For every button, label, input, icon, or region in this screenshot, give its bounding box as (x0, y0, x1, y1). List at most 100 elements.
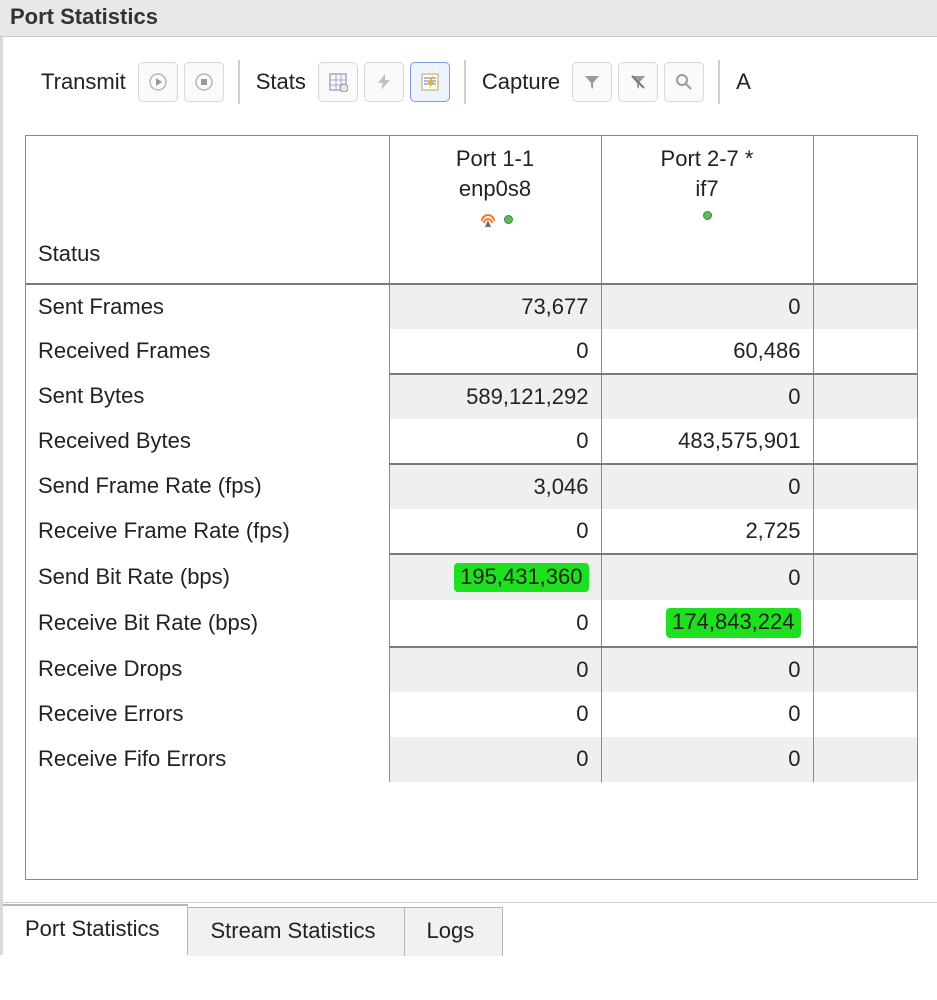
capture-view-button[interactable] (664, 62, 704, 102)
stop-icon (195, 73, 213, 91)
transmit-play-button[interactable] (138, 62, 178, 102)
stat-value-port-1[interactable]: 0 (389, 509, 601, 554)
stat-value-port-2[interactable]: 174,843,224 (601, 600, 813, 646)
toolbar-separator (238, 60, 240, 104)
toolbar-separator (464, 60, 466, 104)
stat-value-port-2[interactable]: 0 (601, 284, 813, 329)
toolbar-stats-label: Stats (256, 69, 306, 95)
radio-icon (478, 211, 498, 227)
stats-grid-button[interactable] (318, 62, 358, 102)
header-status-cell: Status (26, 136, 389, 284)
stat-value-port-2[interactable]: 0 (601, 737, 813, 782)
table-row: Send Frame Rate (fps)3,0460 (26, 464, 917, 509)
stat-value-port-1[interactable]: 589,121,292 (389, 374, 601, 419)
capture-stop-button[interactable] (618, 62, 658, 102)
table-row: Receive Fifo Errors00 (26, 737, 917, 782)
bottom-tab-bar: Port Statistics Stream Statistics Logs (3, 902, 937, 955)
sheet-bolt-icon (420, 72, 440, 92)
stat-value-port-1[interactable]: 0 (389, 419, 601, 464)
stat-value-port-1[interactable]: 0 (389, 600, 601, 646)
header-port-2[interactable]: Port 2-7 * if7 (601, 136, 813, 284)
port-1-status-icons (402, 211, 589, 227)
toolbar: Transmit Stats (25, 57, 937, 107)
table-row: Sent Frames73,6770 (26, 284, 917, 329)
stat-value-empty (813, 509, 917, 554)
stat-value-empty (813, 464, 917, 509)
stat-value-empty (813, 737, 917, 782)
table-row: Received Bytes0483,575,901 (26, 419, 917, 464)
port-2-iface: if7 (614, 174, 801, 204)
port-2-status-icons (614, 211, 801, 220)
funnel-x-icon (629, 73, 647, 91)
stat-label: Receive Fifo Errors (26, 737, 389, 782)
stat-value-port-2[interactable]: 0 (601, 554, 813, 600)
stat-label: Sent Frames (26, 284, 389, 329)
play-icon (149, 73, 167, 91)
stat-value-port-1[interactable]: 73,677 (389, 284, 601, 329)
table-row: Received Frames060,486 (26, 329, 917, 374)
stat-value-port-2[interactable]: 0 (601, 647, 813, 692)
table-row: Receive Errors00 (26, 692, 917, 737)
stat-value-port-2[interactable]: 483,575,901 (601, 419, 813, 464)
stats-refresh-button[interactable] (410, 62, 450, 102)
port-1-name: Port 1-1 (402, 144, 589, 174)
stat-value-empty (813, 374, 917, 419)
status-dot-icon (703, 211, 712, 220)
stat-value-empty (813, 600, 917, 646)
toolbar-transmit-label: Transmit (41, 69, 126, 95)
stat-value-empty (813, 284, 917, 329)
toolbar-trailing-label: A (736, 69, 751, 95)
stat-label: Send Bit Rate (bps) (26, 554, 389, 600)
stat-value-port-1[interactable]: 195,431,360 (389, 554, 601, 600)
tab-port-statistics[interactable]: Port Statistics (3, 904, 188, 956)
tab-stream-statistics[interactable]: Stream Statistics (188, 907, 404, 956)
stat-label: Received Frames (26, 329, 389, 374)
header-empty (813, 136, 917, 284)
status-label: Status (38, 241, 100, 266)
funnel-icon (583, 73, 601, 91)
stat-value-port-2[interactable]: 0 (601, 692, 813, 737)
stat-value-empty (813, 329, 917, 374)
toolbar-capture-label: Capture (482, 69, 560, 95)
grid-icon (328, 72, 348, 92)
stats-header-row: Status Port 1-1 enp0s8 (26, 136, 917, 284)
stat-value-port-1[interactable]: 0 (389, 737, 601, 782)
stat-value-port-1[interactable]: 0 (389, 692, 601, 737)
bolt-icon (375, 73, 393, 91)
stat-value-port-1[interactable]: 3,046 (389, 464, 601, 509)
table-row: Receive Bit Rate (bps)0174,843,224 (26, 600, 917, 646)
stat-value-empty (813, 647, 917, 692)
port-1-iface: enp0s8 (402, 174, 589, 204)
tab-logs[interactable]: Logs (405, 907, 504, 956)
stats-table: Status Port 1-1 enp0s8 (26, 136, 917, 782)
transmit-stop-button[interactable] (184, 62, 224, 102)
stats-clear-button[interactable] (364, 62, 404, 102)
stat-label: Receive Bit Rate (bps) (26, 600, 389, 646)
table-row: Send Bit Rate (bps)195,431,3600 (26, 554, 917, 600)
capture-start-button[interactable] (572, 62, 612, 102)
stat-value-port-1[interactable]: 0 (389, 647, 601, 692)
stat-value-empty (813, 419, 917, 464)
stat-label: Receive Errors (26, 692, 389, 737)
stat-label: Send Frame Rate (fps) (26, 464, 389, 509)
magnifier-icon (675, 73, 693, 91)
stat-label: Receive Drops (26, 647, 389, 692)
header-port-1[interactable]: Port 1-1 enp0s8 (389, 136, 601, 284)
stat-label: Sent Bytes (26, 374, 389, 419)
status-dot-icon (504, 215, 513, 224)
window-title: Port Statistics (0, 0, 937, 37)
stat-value-port-2[interactable]: 60,486 (601, 329, 813, 374)
stat-label: Receive Frame Rate (fps) (26, 509, 389, 554)
stats-table-wrap[interactable]: Status Port 1-1 enp0s8 (25, 135, 918, 880)
stat-value-port-2[interactable]: 2,725 (601, 509, 813, 554)
stat-value-port-1[interactable]: 0 (389, 329, 601, 374)
stat-value-port-2[interactable]: 0 (601, 374, 813, 419)
port-2-name: Port 2-7 * (614, 144, 801, 174)
stat-value-empty (813, 692, 917, 737)
stat-value-empty (813, 554, 917, 600)
toolbar-separator (718, 60, 720, 104)
table-row: Receive Drops00 (26, 647, 917, 692)
stat-value-port-2[interactable]: 0 (601, 464, 813, 509)
stat-label: Received Bytes (26, 419, 389, 464)
table-row: Sent Bytes589,121,2920 (26, 374, 917, 419)
